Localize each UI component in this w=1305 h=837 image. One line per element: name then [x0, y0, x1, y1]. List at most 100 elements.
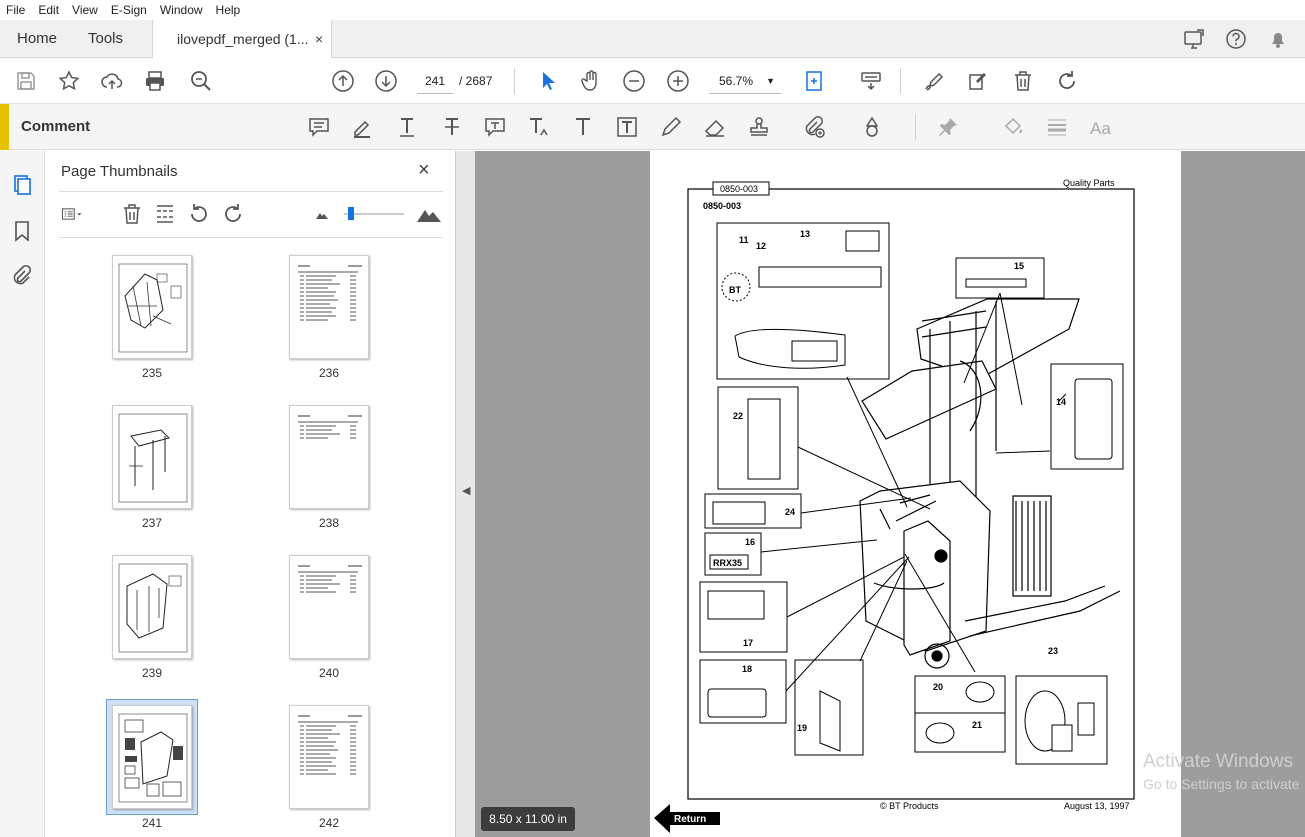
thumbnail-page-number: 236: [318, 366, 340, 380]
text-box-icon[interactable]: [615, 115, 639, 139]
pdf-page: 0850-003 Quality Parts 0850-003 11 12 13…: [650, 151, 1181, 837]
reach-truck-illustration: [859, 298, 1121, 669]
shapes-icon[interactable]: [860, 115, 884, 139]
close-panel-icon[interactable]: ×: [418, 159, 430, 182]
next-page-icon[interactable]: [374, 69, 398, 93]
delete-trash-icon[interactable]: [1011, 69, 1035, 93]
rotate-icon[interactable]: [1055, 69, 1079, 93]
watermark-line-1: Activate Windows: [1143, 751, 1293, 772]
menu-edit[interactable]: Edit: [32, 3, 66, 17]
callout-box-23: [1015, 675, 1108, 765]
callout-12: 12: [756, 241, 766, 251]
return-link-label: Return: [674, 814, 706, 825]
panel-divider: [59, 237, 443, 238]
rrx35-label: RRX35: [713, 558, 742, 568]
help-icon[interactable]: [1225, 28, 1247, 50]
page-thumbnail[interactable]: [289, 255, 369, 359]
page-thumbnail[interactable]: [112, 555, 192, 659]
page-thumbnail[interactable]: [289, 705, 369, 809]
thumbnail-options-icon[interactable]: [61, 203, 83, 225]
callout-13: 13: [800, 229, 810, 239]
thumbnail-preview: [118, 563, 188, 653]
eraser-icon[interactable]: [703, 115, 727, 139]
attachments-paperclip-icon[interactable]: [10, 264, 34, 288]
sticky-note-icon[interactable]: [307, 115, 331, 139]
windows-activation-watermark: Activate Windows Go to Settings to activ…: [1143, 751, 1299, 795]
page-number-input[interactable]: 241: [417, 68, 453, 94]
highlight-icon[interactable]: [350, 115, 374, 139]
toolbar-divider: [900, 68, 901, 94]
insert-text-icon[interactable]: [526, 115, 550, 139]
stamp-icon[interactable]: [747, 115, 771, 139]
thumbnail-size-slider[interactable]: [344, 205, 404, 223]
hand-tool-icon[interactable]: [579, 69, 603, 93]
callout-14: 20: [933, 682, 943, 692]
page-thumbnails-icon[interactable]: [10, 172, 34, 196]
page-thumbnail[interactable]: [289, 405, 369, 509]
edit-pdf-icon[interactable]: [966, 69, 990, 93]
sign-pen-icon[interactable]: [922, 69, 946, 93]
menu-file[interactable]: File: [0, 3, 32, 17]
add-text-icon[interactable]: [571, 115, 595, 139]
main-toolbar: 241 / 2687 56.7% ▼: [0, 58, 1305, 104]
menu-bar: File Edit View E-Sign Window Help: [0, 0, 1305, 20]
bookmark-star-icon[interactable]: [57, 69, 81, 93]
font-size-icon[interactable]: Aa: [1089, 115, 1113, 139]
header-box-label: 0850-003: [720, 184, 758, 194]
menu-esign[interactable]: E-Sign: [105, 3, 154, 17]
delete-pages-icon[interactable]: [121, 203, 143, 225]
rotate-counterclockwise-icon[interactable]: [188, 203, 210, 225]
tab-home[interactable]: Home: [17, 20, 57, 58]
zoom-search-icon[interactable]: [189, 69, 213, 93]
share-screen-icon[interactable]: [1183, 28, 1205, 50]
line-weight-icon[interactable]: [1045, 115, 1069, 139]
keyboard-scroll-icon[interactable]: [859, 69, 883, 93]
zoom-level: 56.7%: [719, 74, 754, 88]
rotate-clockwise-icon[interactable]: [222, 203, 244, 225]
toolbar-divider: [514, 68, 515, 94]
thumbnail-preview: [298, 715, 362, 775]
previous-page-icon[interactable]: [331, 69, 355, 93]
panel-collapse-handle[interactable]: ◀: [455, 151, 475, 837]
select-cursor-icon[interactable]: [536, 69, 560, 93]
zoom-out-icon[interactable]: [622, 69, 646, 93]
document-viewer[interactable]: 0850-003 Quality Parts 0850-003 11 12 13…: [475, 151, 1305, 837]
upload-cloud-icon[interactable]: [100, 69, 124, 93]
close-tab-icon[interactable]: ×: [315, 20, 323, 58]
pencil-draw-icon[interactable]: [659, 115, 683, 139]
tab-tools[interactable]: Tools: [88, 20, 123, 58]
page-thumbnail[interactable]: [112, 405, 192, 509]
underline-text-icon[interactable]: [395, 115, 419, 139]
tab-bar: Home Tools ilovepdf_merged (1... ×: [0, 20, 1305, 59]
page-thumbnails-panel: Page Thumbnails × 235 236 237 238 239 24…: [45, 151, 494, 837]
strikethrough-text-icon[interactable]: [440, 115, 464, 139]
menu-window[interactable]: Window: [154, 3, 210, 17]
panel-title: Page Thumbnails: [61, 163, 178, 180]
bookmarks-icon[interactable]: [10, 219, 34, 243]
tab-document-label: ilovepdf_merged (1...: [177, 31, 309, 47]
save-icon[interactable]: [14, 69, 38, 93]
extract-pages-icon[interactable]: [154, 203, 176, 225]
page-thumbnail[interactable]: [112, 705, 192, 809]
svg-text:Aa: Aa: [1090, 119, 1111, 138]
callout-15: 21: [972, 720, 982, 730]
thumbnail-preview: [298, 415, 362, 439]
page-thumbnail[interactable]: [289, 555, 369, 659]
fill-color-icon[interactable]: [1001, 115, 1025, 139]
zoom-level-select[interactable]: 56.7% ▼: [709, 68, 781, 94]
notifications-bell-icon[interactable]: [1267, 28, 1289, 50]
thumbnail-preview: [118, 713, 188, 803]
menu-view[interactable]: View: [66, 3, 105, 17]
zoom-in-icon[interactable]: [666, 69, 690, 93]
pin-icon[interactable]: [936, 115, 960, 139]
collapse-left-icon[interactable]: ◀: [462, 484, 470, 497]
attach-file-icon[interactable]: [802, 115, 826, 139]
replace-text-icon[interactable]: [483, 115, 507, 139]
fit-page-icon[interactable]: [802, 69, 826, 93]
page-total: / 2687: [459, 74, 493, 88]
page-thumbnail[interactable]: [112, 255, 192, 359]
comment-toolbar: Comment Aa: [0, 104, 1305, 150]
menu-help[interactable]: Help: [210, 3, 248, 17]
tab-document[interactable]: ilovepdf_merged (1... ×: [152, 20, 332, 59]
print-icon[interactable]: [143, 69, 167, 93]
